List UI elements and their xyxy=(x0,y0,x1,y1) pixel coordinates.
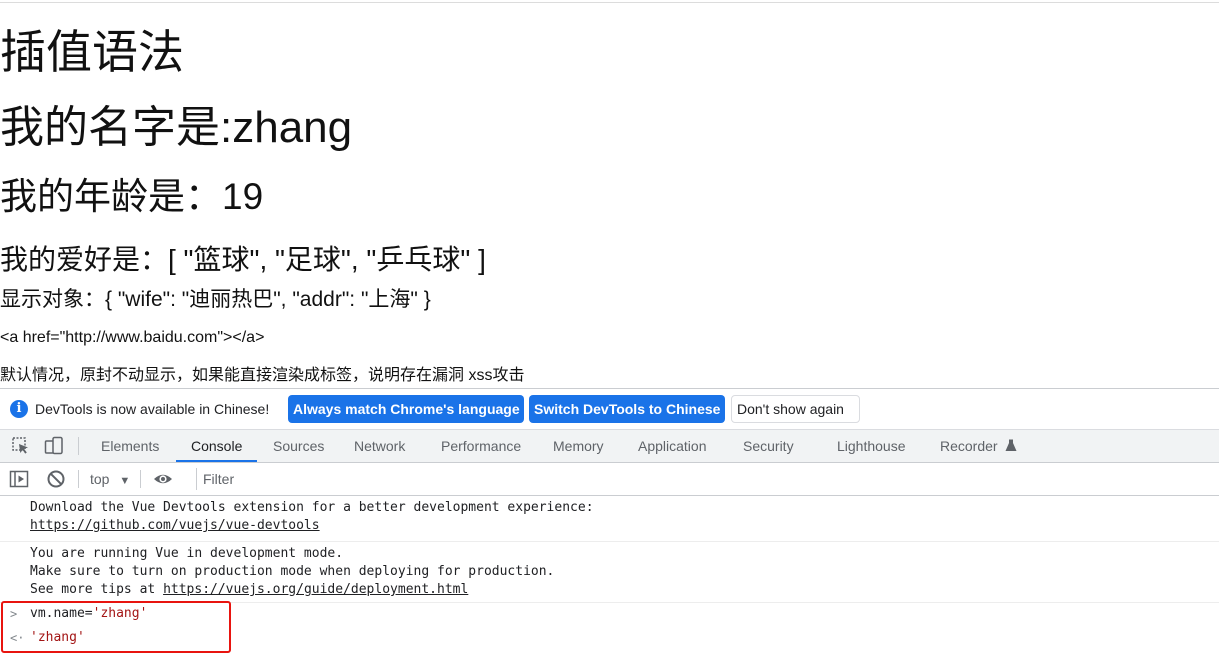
name-heading: 我的名字是:zhang xyxy=(0,103,353,152)
context-selector[interactable]: top ▼ xyxy=(90,463,130,497)
tab-memory[interactable]: Memory xyxy=(553,430,604,462)
console-text: Download the Vue Devtools extension for … xyxy=(30,500,594,515)
tab-recorder-label: Recorder xyxy=(940,438,998,454)
console-text: You are running Vue in development mode. xyxy=(30,546,344,561)
console-result: 'zhang' xyxy=(30,630,85,645)
show-sidebar-icon[interactable] xyxy=(9,469,29,489)
devtools-tabbar: Elements Console Sources Network Perform… xyxy=(0,430,1219,463)
tab-recorder[interactable]: Recorder xyxy=(940,430,1017,462)
console-toolbar: top ▼ Filter xyxy=(0,463,1219,496)
always-match-language-button[interactable]: Always match Chrome's language xyxy=(288,395,524,423)
tab-performance[interactable]: Performance xyxy=(441,430,521,462)
xss-note: 默认情况，原封不动显示，如果能直接渲染成标签，说明存在漏洞 xss攻击 xyxy=(0,367,525,384)
console-input-string: 'zhang' xyxy=(92,606,148,621)
tab-application[interactable]: Application xyxy=(638,430,707,462)
tab-network[interactable]: Network xyxy=(354,430,405,462)
dropdown-caret-icon: ▼ xyxy=(119,475,131,487)
toolbar-separator xyxy=(140,470,141,488)
tab-sources[interactable]: Sources xyxy=(273,430,324,462)
console-text: See more tips at xyxy=(30,582,164,597)
inspect-element-icon[interactable] xyxy=(11,436,31,456)
dont-show-again-button[interactable]: Don't show again xyxy=(731,395,860,423)
page-title: 插值语法 xyxy=(0,26,184,78)
device-toolbar-icon[interactable] xyxy=(44,436,64,456)
toolbar-separator xyxy=(78,470,79,488)
console-input-code: vm.name= xyxy=(30,606,93,621)
result-arrow-icon: <· xyxy=(10,631,25,645)
object-heading: 显示对象：{ "wife": "迪丽热巴", "addr": "上海" } xyxy=(0,288,431,311)
toolbar-separator xyxy=(78,437,79,455)
hobby-heading: 我的爱好是：[ "篮球", "足球", "乒乓球" ] xyxy=(0,244,486,275)
tab-console[interactable]: Console xyxy=(176,430,258,462)
devtools-panel: i DevTools is now available in Chinese! … xyxy=(0,388,1219,657)
console-text: Make sure to turn on production mode whe… xyxy=(30,564,555,579)
vue-devtools-link[interactable]: https://github.com/vuejs/vue-devtools xyxy=(30,518,320,533)
switch-to-chinese-button[interactable]: Switch DevTools to Chinese xyxy=(529,395,725,423)
live-expression-eye-icon[interactable] xyxy=(153,469,173,489)
console-output: Download the Vue Devtools extension for … xyxy=(0,496,1219,657)
context-label: top xyxy=(90,471,110,487)
language-infobar: i DevTools is now available in Chinese! … xyxy=(0,389,1219,430)
tab-lighthouse[interactable]: Lighthouse xyxy=(837,430,906,462)
page-content: 插值语法 我的名字是:zhang 我的年龄是：19 我的爱好是：[ "篮球", … xyxy=(0,0,1219,388)
console-message: You are running Vue in development mode.… xyxy=(0,542,1219,603)
experimental-flask-icon xyxy=(1005,439,1017,451)
tab-security[interactable]: Security xyxy=(743,430,794,462)
console-command-entry: > vm.name='zhang' <· 'zhang' xyxy=(0,603,1219,657)
raw-html-text: <a href="http://www.baidu.com"></a> xyxy=(0,329,265,346)
age-heading: 我的年龄是：19 xyxy=(0,176,264,217)
tab-elements[interactable]: Elements xyxy=(101,430,159,462)
clear-console-icon[interactable] xyxy=(46,469,66,489)
info-icon: i xyxy=(10,400,28,418)
infobar-message: DevTools is now available in Chinese! xyxy=(35,401,270,417)
console-input[interactable]: vm.name='zhang' xyxy=(30,605,147,623)
console-message: Download the Vue Devtools extension for … xyxy=(0,496,1219,542)
input-chevron-icon: > xyxy=(10,607,18,621)
vue-deployment-link[interactable]: https://vuejs.org/guide/deployment.html xyxy=(163,582,468,597)
console-filter-input[interactable]: Filter xyxy=(196,468,1219,490)
